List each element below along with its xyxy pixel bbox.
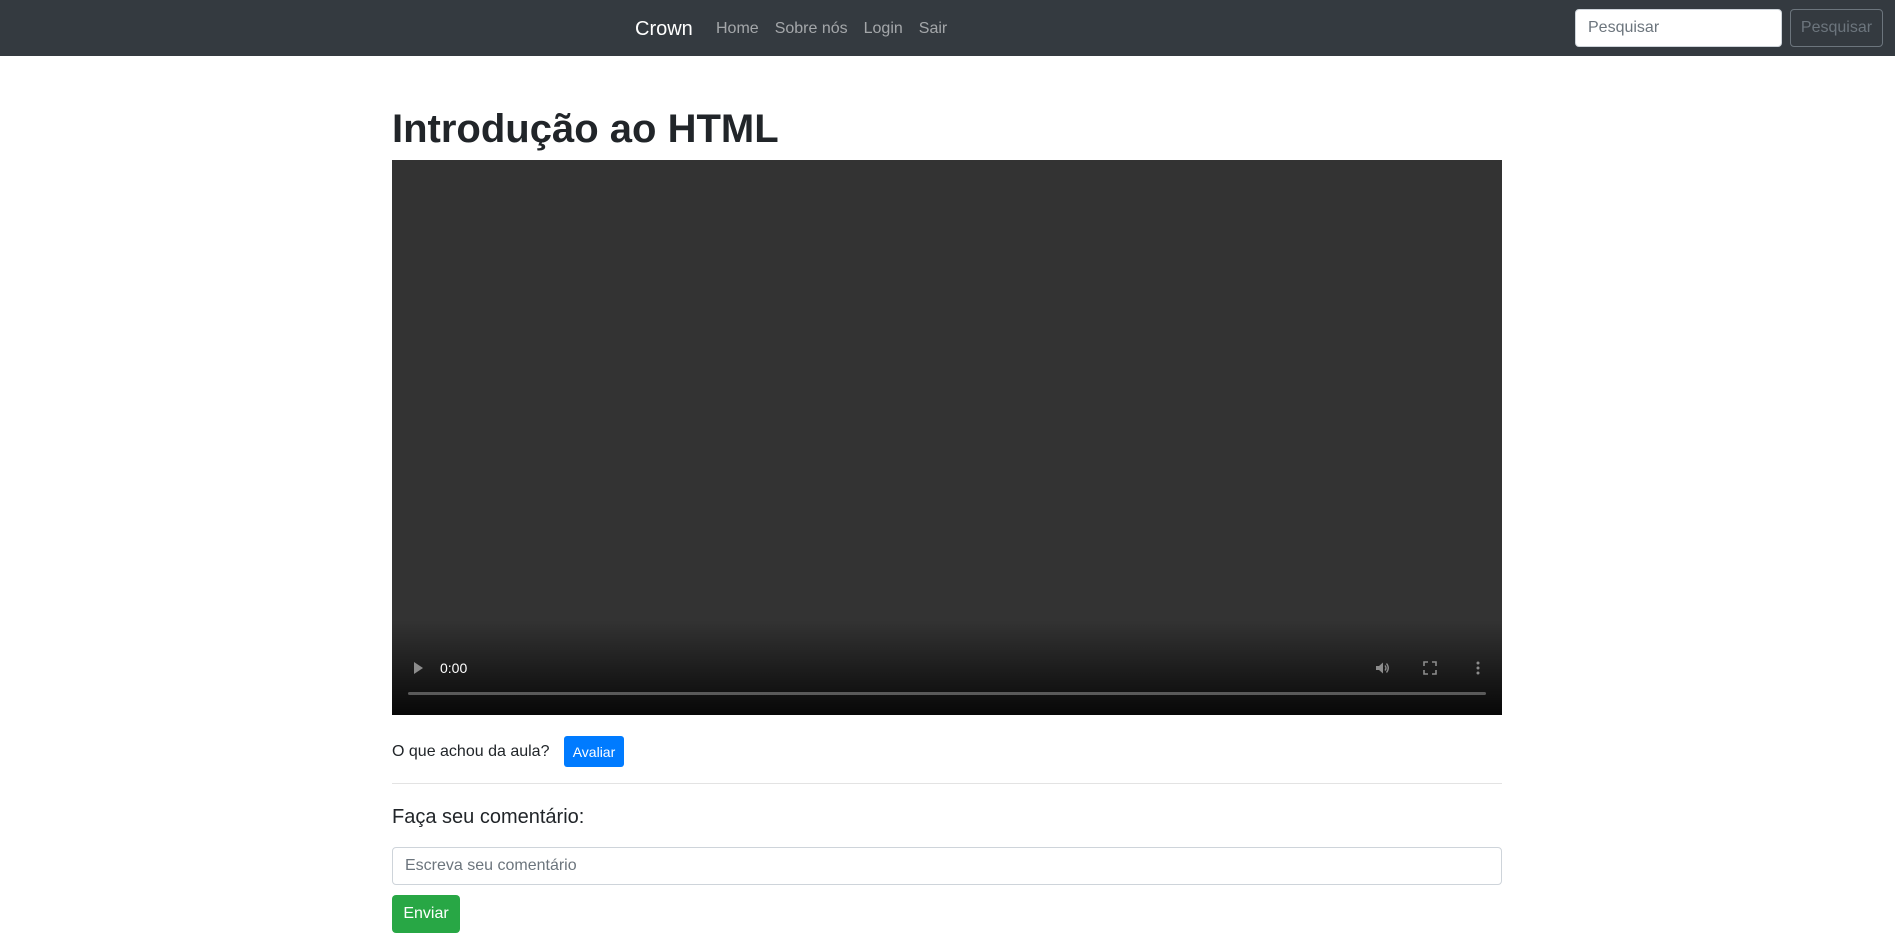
play-icon[interactable] bbox=[414, 662, 423, 674]
nav-link-login[interactable]: Login bbox=[864, 18, 903, 40]
rating-question: O que achou da aula? bbox=[392, 743, 550, 760]
search-input[interactable] bbox=[1575, 9, 1782, 47]
nav-links: Home Sobre nós Login Sair bbox=[716, 18, 947, 40]
volume-icon[interactable] bbox=[1374, 660, 1390, 676]
fullscreen-icon[interactable] bbox=[1422, 660, 1438, 676]
comment-heading: Faça seu comentário: bbox=[392, 806, 585, 828]
nav-link-sair[interactable]: Sair bbox=[919, 18, 947, 40]
rate-button[interactable]: Avaliar bbox=[564, 736, 624, 767]
more-options-icon[interactable] bbox=[1470, 660, 1486, 676]
video-controls-backdrop bbox=[392, 620, 1502, 715]
send-comment-button[interactable]: Enviar bbox=[392, 895, 460, 933]
nav-link-sobre-nos[interactable]: Sobre nós bbox=[775, 18, 848, 40]
video-player[interactable]: 0:00 bbox=[392, 160, 1502, 715]
video-progress-bar[interactable] bbox=[408, 692, 1486, 695]
top-navbar: Crown Home Sobre nós Login Sair Pesquisa… bbox=[0, 0, 1895, 56]
comment-input[interactable] bbox=[392, 847, 1502, 885]
section-divider bbox=[392, 783, 1502, 784]
brand-logo[interactable]: Crown bbox=[635, 16, 693, 42]
video-current-time: 0:00 bbox=[440, 660, 468, 676]
search-button[interactable]: Pesquisar bbox=[1790, 9, 1883, 47]
nav-link-home[interactable]: Home bbox=[716, 18, 759, 40]
page-title: Introdução ao HTML bbox=[392, 107, 779, 151]
